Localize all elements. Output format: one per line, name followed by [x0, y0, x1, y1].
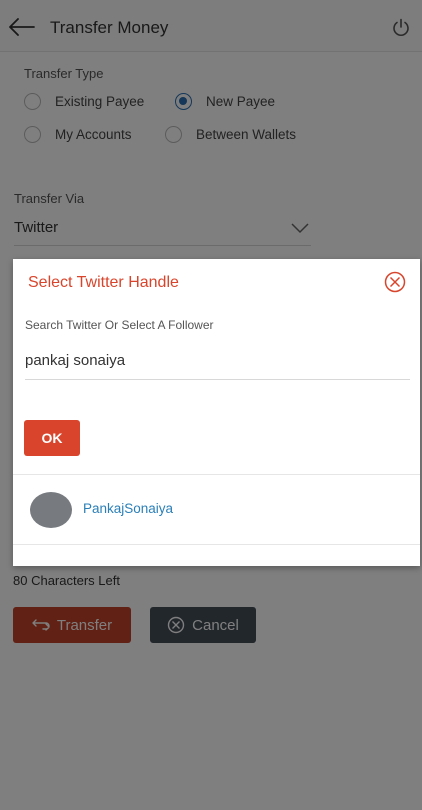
- twitter-search-input[interactable]: [25, 347, 410, 380]
- follower-item[interactable]: PankajSonaiya: [13, 475, 420, 544]
- follower-name[interactable]: PankajSonaiya: [83, 501, 173, 516]
- twitter-handle-dialog: Select Twitter Handle Search Twitter Or …: [13, 259, 420, 566]
- divider: [13, 544, 420, 545]
- ok-button[interactable]: OK: [24, 420, 80, 456]
- dialog-title: Select Twitter Handle: [28, 274, 179, 291]
- search-field-label: Search Twitter Or Select A Follower: [25, 318, 214, 332]
- avatar: [30, 492, 72, 528]
- close-icon[interactable]: [384, 271, 406, 293]
